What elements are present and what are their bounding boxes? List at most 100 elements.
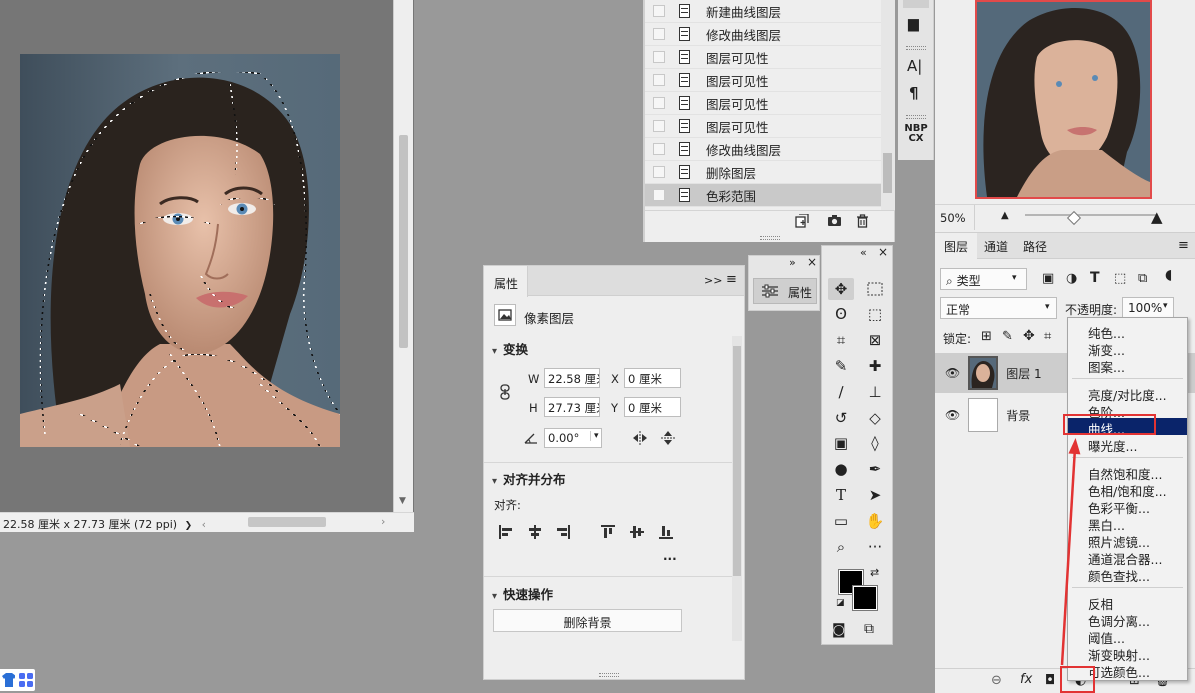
properties-scroll-thumb[interactable] <box>733 346 741 576</box>
lock-image-icon[interactable]: ✎ <box>1002 329 1013 344</box>
transform-section-header[interactable]: ▾ 变换 <box>492 339 528 358</box>
filter-type-icon[interactable]: T <box>1090 270 1100 286</box>
layer-name[interactable]: 背景 <box>1006 407 1030 424</box>
lock-transparent-icon[interactable]: ⊞ <box>981 329 992 344</box>
screen-mode-icon[interactable]: ⧉ <box>864 621 874 637</box>
history-item[interactable]: 图层可见性 <box>645 69 881 92</box>
align-bottom-edges-icon[interactable] <box>659 525 673 539</box>
nbp-plugin-icon[interactable]: NBP CX <box>903 124 929 144</box>
rectangular-marquee-icon[interactable] <box>862 278 888 300</box>
height-field[interactable]: 27.73 厘米 <box>544 397 600 417</box>
history-item[interactable]: 删除图层 <box>645 161 881 184</box>
brush-tool-icon[interactable]: ∕ <box>828 381 854 403</box>
panel-menu-icon[interactable]: ≡ <box>726 272 737 287</box>
align-left-edges-icon[interactable] <box>499 525 513 539</box>
paragraph-panel-icon[interactable]: ¶ <box>909 84 919 102</box>
link-chain-icon[interactable] <box>500 384 510 403</box>
tab-channels[interactable]: 通道 <box>977 233 1015 259</box>
chevron-down-icon[interactable]: ▾ <box>590 431 599 441</box>
portrait-photo-with-selection[interactable] <box>20 54 340 447</box>
align-section-header[interactable]: ▾ 对齐并分布 <box>492 469 566 488</box>
swap-colors-icon[interactable]: ⇄ <box>870 566 879 579</box>
history-scroll-thumb[interactable] <box>883 153 892 193</box>
strip-top-button[interactable] <box>903 0 929 8</box>
dock-expand-button[interactable]: » <box>789 256 796 269</box>
status-menu-arrow[interactable]: ❯ <box>185 521 193 531</box>
history-item[interactable]: 色彩范围 <box>645 184 881 207</box>
adjustment-menu-item[interactable]: 图案... <box>1068 356 1187 375</box>
new-document-from-state-icon[interactable] <box>795 213 809 232</box>
tools-close-button[interactable]: × <box>878 245 888 259</box>
history-item[interactable]: 图层可见性 <box>645 115 881 138</box>
strip-grip[interactable] <box>906 115 926 119</box>
tab-properties[interactable]: 属性 <box>484 266 528 297</box>
path-selection-icon[interactable]: ➤ <box>862 484 888 506</box>
navigator-thumbnail[interactable] <box>975 0 1152 199</box>
eye-icon[interactable]: 👁 <box>945 408 960 422</box>
zoom-tool-icon[interactable]: ⌕ <box>828 536 854 558</box>
hand-tool-icon[interactable]: ✋ <box>862 510 888 532</box>
history-scrollbar[interactable] <box>881 0 895 210</box>
crop-tool-icon[interactable]: ⌗ <box>828 329 854 351</box>
tab-layers[interactable]: 图层 <box>935 233 977 259</box>
document-canvas[interactable]: ▼ 22.58 厘米 x 27.73 厘米 (72 ppi) ❯ ‹ › <box>0 0 414 532</box>
pen-tool-icon[interactable]: ✒ <box>862 458 888 480</box>
flip-horizontal-icon[interactable] <box>632 431 648 448</box>
healing-brush-icon[interactable]: ✚ <box>862 355 888 377</box>
move-tool-icon[interactable]: ✥ <box>828 278 854 300</box>
history-checkbox[interactable] <box>653 143 665 155</box>
gradient-tool-icon[interactable]: ▣ <box>828 432 854 454</box>
canvas-vscroll-thumb[interactable] <box>399 135 408 348</box>
more-tools-icon[interactable]: ··· <box>862 536 888 558</box>
lasso-tool-icon[interactable]: ʘ <box>828 303 854 325</box>
eyedropper-icon[interactable]: ✎ <box>828 355 854 377</box>
blend-mode-dropdown[interactable]: 正常 ▾ <box>940 297 1057 319</box>
history-item[interactable]: 新建曲线图层 <box>645 0 881 23</box>
chevron-down-icon[interactable]: ▼ <box>399 496 406 506</box>
align-horizontal-centers-icon[interactable] <box>528 525 542 539</box>
tab-paths[interactable]: 路径 <box>1015 233 1055 259</box>
filter-adjustment-icon[interactable]: ◑ <box>1066 271 1077 286</box>
clone-stamp-icon[interactable]: ⊥ <box>862 381 888 403</box>
panel-menu-icon[interactable]: ≡ <box>1178 238 1189 253</box>
link-layers-icon[interactable]: ⊖ <box>991 673 1002 688</box>
fx-icon[interactable]: fx <box>1020 672 1032 687</box>
history-checkbox[interactable] <box>653 5 665 17</box>
history-brush-icon[interactable]: ↺ <box>828 407 854 429</box>
history-item[interactable]: 图层可见性 <box>645 46 881 69</box>
history-checkbox[interactable] <box>653 97 665 109</box>
history-checkbox[interactable] <box>653 120 665 132</box>
canvas-hscroll-thumb[interactable] <box>248 517 326 527</box>
zoom-in-icon[interactable]: ▲ <box>1151 208 1163 226</box>
adjustment-menu-item[interactable]: 渐变... <box>1068 339 1187 358</box>
camera-snapshot-icon[interactable] <box>827 214 842 231</box>
blur-tool-icon[interactable]: ◊ <box>862 432 888 454</box>
adjustment-menu-item[interactable]: 纯色... <box>1068 322 1187 341</box>
lock-position-icon[interactable]: ✥ <box>1023 328 1035 344</box>
canvas-vertical-scrollbar[interactable]: ▼ <box>393 0 413 512</box>
chevron-down-icon[interactable]: ▾ <box>1163 301 1168 311</box>
panel-expand-button[interactable]: >> <box>704 274 722 287</box>
history-resize-grip[interactable] <box>760 236 780 240</box>
rectangle-tool-icon[interactable]: ▭ <box>828 510 854 532</box>
dodge-tool-icon[interactable]: ● <box>828 458 854 480</box>
layer-filter-dropdown[interactable]: ⌕ 类型 ▾ <box>940 268 1027 290</box>
filter-toggle-icon[interactable]: ◖ <box>1165 267 1172 283</box>
filter-shape-icon[interactable]: ⬚ <box>1114 271 1126 286</box>
history-item[interactable]: 图层可见性 <box>645 92 881 115</box>
history-checkbox[interactable] <box>653 51 665 63</box>
lock-artboard-icon[interactable]: ⌗ <box>1044 329 1051 344</box>
layer-name[interactable]: 图层 1 <box>1006 365 1041 382</box>
default-colors-icon[interactable]: ◪ <box>836 598 845 608</box>
frame-tool-icon[interactable]: ⊠ <box>862 329 888 351</box>
angle-field[interactable]: 0.00° ▾ <box>544 428 602 448</box>
eye-icon[interactable]: 👁 <box>945 366 960 380</box>
history-item[interactable]: 修改曲线图层 <box>645 23 881 46</box>
app-grid-icon[interactable] <box>15 669 35 691</box>
history-checkbox[interactable] <box>653 189 665 201</box>
strip-grip[interactable] <box>906 46 926 50</box>
x-field[interactable]: 0 厘米 <box>624 368 681 388</box>
align-top-edges-icon[interactable] <box>601 525 615 539</box>
y-field[interactable]: 0 厘米 <box>624 397 681 417</box>
type-tool-icon[interactable]: T <box>828 484 854 506</box>
